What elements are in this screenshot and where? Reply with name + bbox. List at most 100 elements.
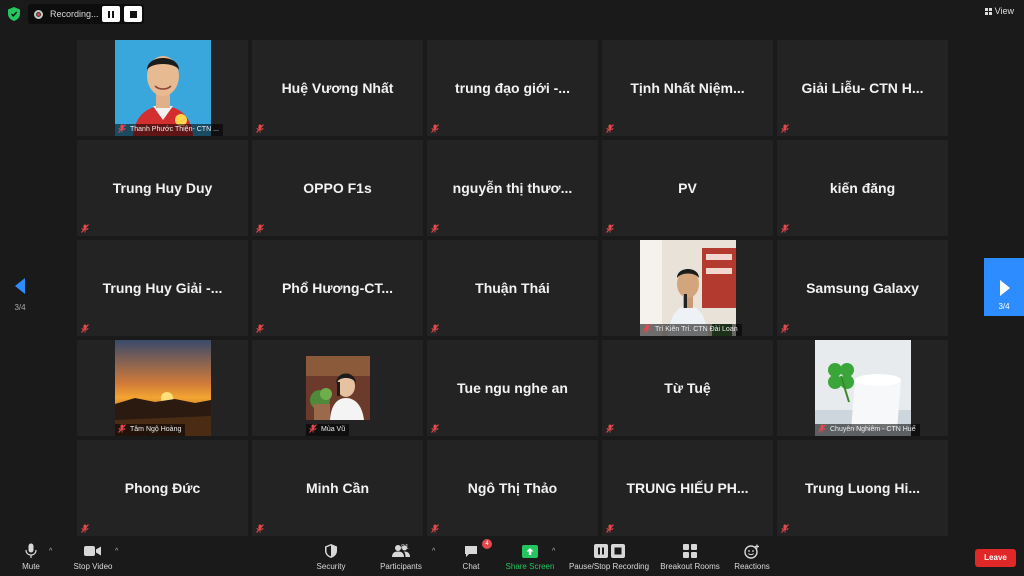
participant-name: Tue ngu nghe an	[457, 380, 568, 396]
breakout-rooms-button[interactable]: Breakout Rooms	[658, 542, 722, 571]
muted-microphone-icon	[118, 424, 126, 433]
chat-bubble-icon	[465, 545, 477, 557]
participant-name: Trung Huy Duy	[112, 180, 213, 196]
participant-video	[639, 240, 736, 336]
participant-tile[interactable]: Từ Tuệ	[602, 340, 773, 436]
shield-icon	[325, 544, 337, 558]
participant-tile[interactable]: Thanh Phước Thiện- CTN ...	[77, 40, 248, 136]
participant-name: Từ Tuệ	[664, 380, 711, 396]
participant-name: Trung Luong Hi...	[804, 480, 921, 496]
participant-photo	[814, 340, 911, 436]
muted-microphone-icon	[256, 524, 264, 533]
mute-button[interactable]: Mute	[16, 542, 46, 571]
breakout-rooms-icon	[683, 544, 697, 558]
next-page-button[interactable]: 3/4	[984, 258, 1024, 316]
previous-page-button[interactable]: 3/4	[10, 278, 30, 312]
pause-stop-recording-button[interactable]: Pause/Stop Recording	[566, 542, 652, 571]
recording-indicator: Recording...	[28, 4, 144, 24]
participant-tile[interactable]: Thuận Thái	[427, 240, 598, 336]
participant-name: OPPO F1s	[303, 180, 372, 196]
participant-tile[interactable]: trung đạo giới -...	[427, 40, 598, 136]
reactions-button[interactable]: Reactions	[732, 542, 772, 571]
muted-microphone-icon	[431, 424, 439, 433]
stop-video-label: Stop Video	[73, 562, 113, 571]
participant-tile[interactable]: Phong Đức	[77, 440, 248, 536]
view-button[interactable]: View	[984, 6, 1014, 16]
audio-options-chevron-icon[interactable]: ^	[49, 548, 52, 555]
participant-name: Huệ Vương Nhất	[281, 80, 394, 96]
muted-microphone-icon	[256, 124, 264, 133]
participant-tile[interactable]: Tâm Ngộ Hoàng	[77, 340, 248, 436]
participant-tile[interactable]: Mùa Vũ	[252, 340, 423, 436]
participant-tile[interactable]: Phổ Hương-CT...	[252, 240, 423, 336]
participant-name: nguyễn thị thươ...	[452, 180, 573, 196]
participants-options-chevron-icon[interactable]: ^	[432, 548, 435, 555]
share-screen-label: Share Screen	[505, 562, 555, 571]
participant-name-caption: Trí Kiên Trí. CTN Đài Loan	[640, 324, 742, 336]
chat-label: Chat	[462, 562, 480, 571]
participant-name: Phong Đức	[124, 480, 201, 496]
participant-video	[814, 340, 911, 436]
participant-tile[interactable]: Huệ Vương Nhất	[252, 40, 423, 136]
microphone-icon	[25, 543, 37, 558]
participant-name: PV	[678, 180, 697, 196]
muted-microphone-icon	[81, 224, 89, 233]
participants-label: Participants	[380, 562, 422, 571]
participant-photo	[305, 356, 370, 420]
participant-tile[interactable]: Chuyên Nghiêm - CTN Huế	[777, 340, 948, 436]
pause-recording-button[interactable]	[102, 6, 120, 22]
muted-microphone-icon	[781, 524, 789, 533]
participant-photo	[114, 340, 211, 436]
participants-button[interactable]: 81 Participants	[377, 542, 425, 571]
chat-button[interactable]: 4 Chat	[458, 539, 492, 571]
participant-tile[interactable]: Ngô Thị Thảo	[427, 440, 598, 536]
participant-tile[interactable]: Trung Huy Duy	[77, 140, 248, 236]
participant-name: Ngô Thị Thảo	[467, 480, 558, 496]
participant-name-caption: Thanh Phước Thiện- CTN ...	[115, 124, 223, 136]
participant-photo	[639, 240, 736, 336]
pause-icon	[108, 10, 114, 18]
stop-icon	[129, 10, 137, 18]
stop-recording-button[interactable]	[124, 6, 142, 22]
muted-microphone-icon	[643, 324, 651, 333]
participants-count: 81	[401, 544, 409, 551]
muted-microphone-icon	[431, 224, 439, 233]
participant-tile[interactable]: Tue ngu nghe an	[427, 340, 598, 436]
leave-button[interactable]: Leave	[975, 549, 1016, 567]
participant-tile[interactable]: nguyễn thị thươ...	[427, 140, 598, 236]
security-button[interactable]: Security	[313, 542, 349, 571]
participant-tile[interactable]: PV	[602, 140, 773, 236]
participant-tile[interactable]: Trung Luong Hi...	[777, 440, 948, 536]
stop-video-button[interactable]: Stop Video	[70, 542, 116, 571]
participant-tile[interactable]: Samsung Galaxy	[777, 240, 948, 336]
participant-tile[interactable]: Trung Huy Giải -...	[77, 240, 248, 336]
muted-microphone-icon	[781, 324, 789, 333]
participant-tile[interactable]: kiến đăng	[777, 140, 948, 236]
share-screen-button[interactable]: Share Screen	[504, 542, 556, 571]
page-indicator-right: 3/4	[998, 302, 1010, 311]
muted-microphone-icon	[81, 524, 89, 533]
mute-label: Mute	[22, 562, 40, 571]
stop-recording-icon	[610, 544, 625, 558]
page-indicator-left: 3/4	[14, 303, 26, 312]
muted-microphone-icon	[606, 524, 614, 533]
participant-name: kiến đăng	[829, 180, 896, 196]
participant-tile[interactable]: Tịnh Nhất Niệm...	[602, 40, 773, 136]
participant-name: Tịnh Nhất Niệm...	[630, 80, 745, 96]
muted-microphone-icon	[606, 224, 614, 233]
muted-microphone-icon	[781, 224, 789, 233]
participant-name: Samsung Galaxy	[806, 280, 919, 296]
participant-tile[interactable]: OPPO F1s	[252, 140, 423, 236]
participant-tile[interactable]: TRUNG HIẾU PH...	[602, 440, 773, 536]
share-options-chevron-icon[interactable]: ^	[552, 548, 555, 555]
grid-view-icon	[984, 7, 992, 15]
participant-tile[interactable]: Trí Kiên Trí. CTN Đài Loan	[602, 240, 773, 336]
pause-stop-recording-label: Pause/Stop Recording	[568, 562, 650, 571]
participant-name: Minh Cần	[306, 480, 369, 496]
video-options-chevron-icon[interactable]: ^	[115, 548, 118, 555]
participant-video	[114, 40, 211, 136]
participant-tile[interactable]: Giải Liễu- CTN H...	[777, 40, 948, 136]
security-shield-icon	[8, 7, 20, 21]
view-label: View	[994, 6, 1014, 16]
participant-tile[interactable]: Minh Cần	[252, 440, 423, 536]
